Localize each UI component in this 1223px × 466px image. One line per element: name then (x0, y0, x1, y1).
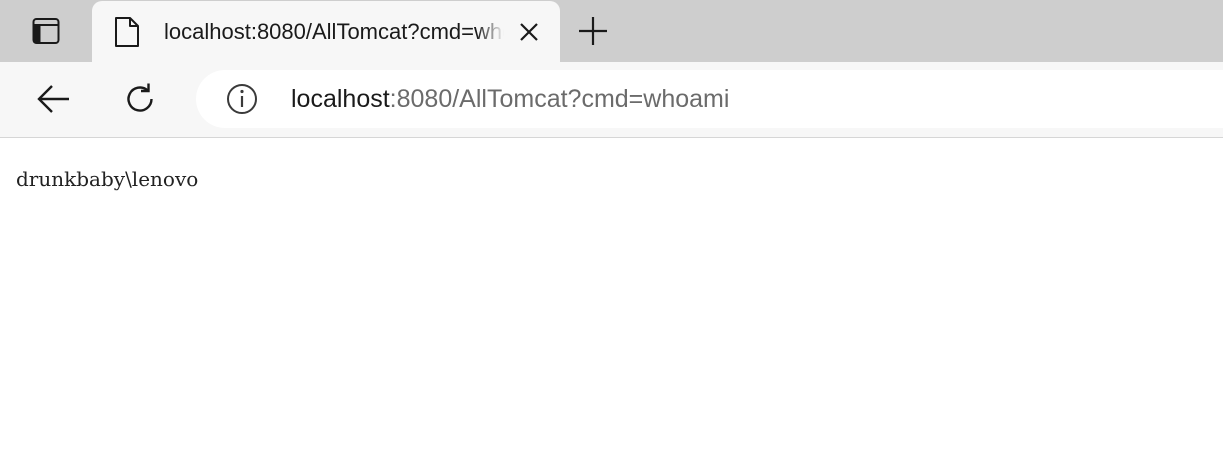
url-host: localhost (291, 85, 390, 113)
refresh-button[interactable] (114, 76, 166, 122)
document-icon (115, 17, 139, 47)
arrow-left-icon (37, 85, 69, 113)
tab-actions-button[interactable] (20, 8, 72, 54)
tab-strip: localhost:8080/AllTomcat?cmd=whoami (0, 0, 1223, 62)
url-path: :8080/AllTomcat?cmd=whoami (389, 85, 730, 113)
new-tab-button[interactable] (570, 8, 616, 54)
close-icon (520, 23, 538, 41)
info-icon[interactable] (226, 83, 258, 115)
navigation-toolbar: localhost:8080/AllTomcat?cmd=whoami (0, 62, 1223, 138)
refresh-icon (127, 83, 153, 112)
back-button[interactable] (28, 76, 80, 122)
close-tab-button[interactable] (514, 17, 544, 47)
url-text[interactable]: localhost:8080/AllTomcat?cmd=whoami (291, 84, 729, 114)
command-output: drunkbaby\lenovo (16, 167, 199, 191)
active-tab[interactable]: localhost:8080/AllTomcat?cmd=whoami (92, 1, 560, 62)
plus-icon (579, 17, 607, 45)
address-bar[interactable]: localhost:8080/AllTomcat?cmd=whoami (196, 70, 1223, 128)
tab-title: localhost:8080/AllTomcat?cmd=whoami (164, 19, 504, 44)
tab-actions-icon (32, 18, 60, 44)
